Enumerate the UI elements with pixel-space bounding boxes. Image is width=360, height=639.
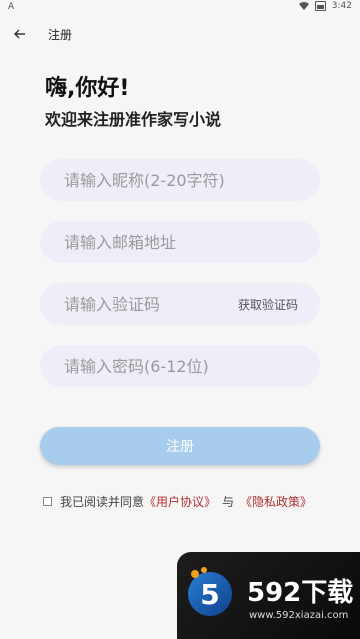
notification-icon: A bbox=[8, 2, 15, 12]
agreement-and: 与 bbox=[222, 495, 235, 509]
watermark-badge: 5 592下载 www.592xiazai.com bbox=[177, 552, 360, 639]
app-bar: 注册 bbox=[0, 20, 360, 48]
clock: 3:42 bbox=[331, 1, 352, 11]
register-button[interactable]: 注册 bbox=[40, 427, 320, 465]
email-field-container bbox=[40, 221, 320, 263]
agree-checkbox[interactable] bbox=[43, 497, 52, 506]
verification-code-input[interactable] bbox=[40, 283, 220, 325]
site-logo-icon: 5 bbox=[188, 567, 232, 616]
get-code-button[interactable]: 获取验证码 bbox=[238, 296, 298, 313]
nickname-field-container bbox=[40, 159, 320, 201]
watermark-url: www.592xiazai.com bbox=[249, 610, 349, 621]
privacy-policy-link[interactable]: 《隐私政策》 bbox=[240, 493, 312, 510]
password-input[interactable] bbox=[40, 345, 320, 387]
user-agreement-link[interactable]: 《用户协议》 bbox=[144, 493, 216, 510]
back-button[interactable] bbox=[10, 24, 30, 44]
page-title: 注册 bbox=[48, 28, 73, 42]
code-field-container: 获取验证码 bbox=[40, 283, 320, 325]
watermark-brand: 592下载 bbox=[247, 578, 354, 608]
site-logo-letter: 5 bbox=[200, 578, 219, 611]
battery-icon bbox=[314, 1, 326, 11]
status-indicators: 3:42 bbox=[298, 1, 352, 11]
agreement-row: 我已阅读并同意 《用户协议》 与 《隐私政策》 bbox=[43, 493, 312, 510]
email-input[interactable] bbox=[40, 221, 320, 263]
password-field-container bbox=[40, 345, 320, 387]
greeting-subtitle: 欢迎来注册准作家写小说 bbox=[45, 110, 222, 129]
greeting-title: 嗨,你好! bbox=[45, 76, 130, 101]
arrow-left-icon bbox=[14, 29, 25, 39]
nickname-input[interactable] bbox=[40, 159, 320, 201]
status-bar: A 3:42 bbox=[0, 0, 360, 14]
wifi-icon bbox=[298, 2, 309, 10]
agreement-prefix: 我已阅读并同意 bbox=[60, 495, 145, 509]
